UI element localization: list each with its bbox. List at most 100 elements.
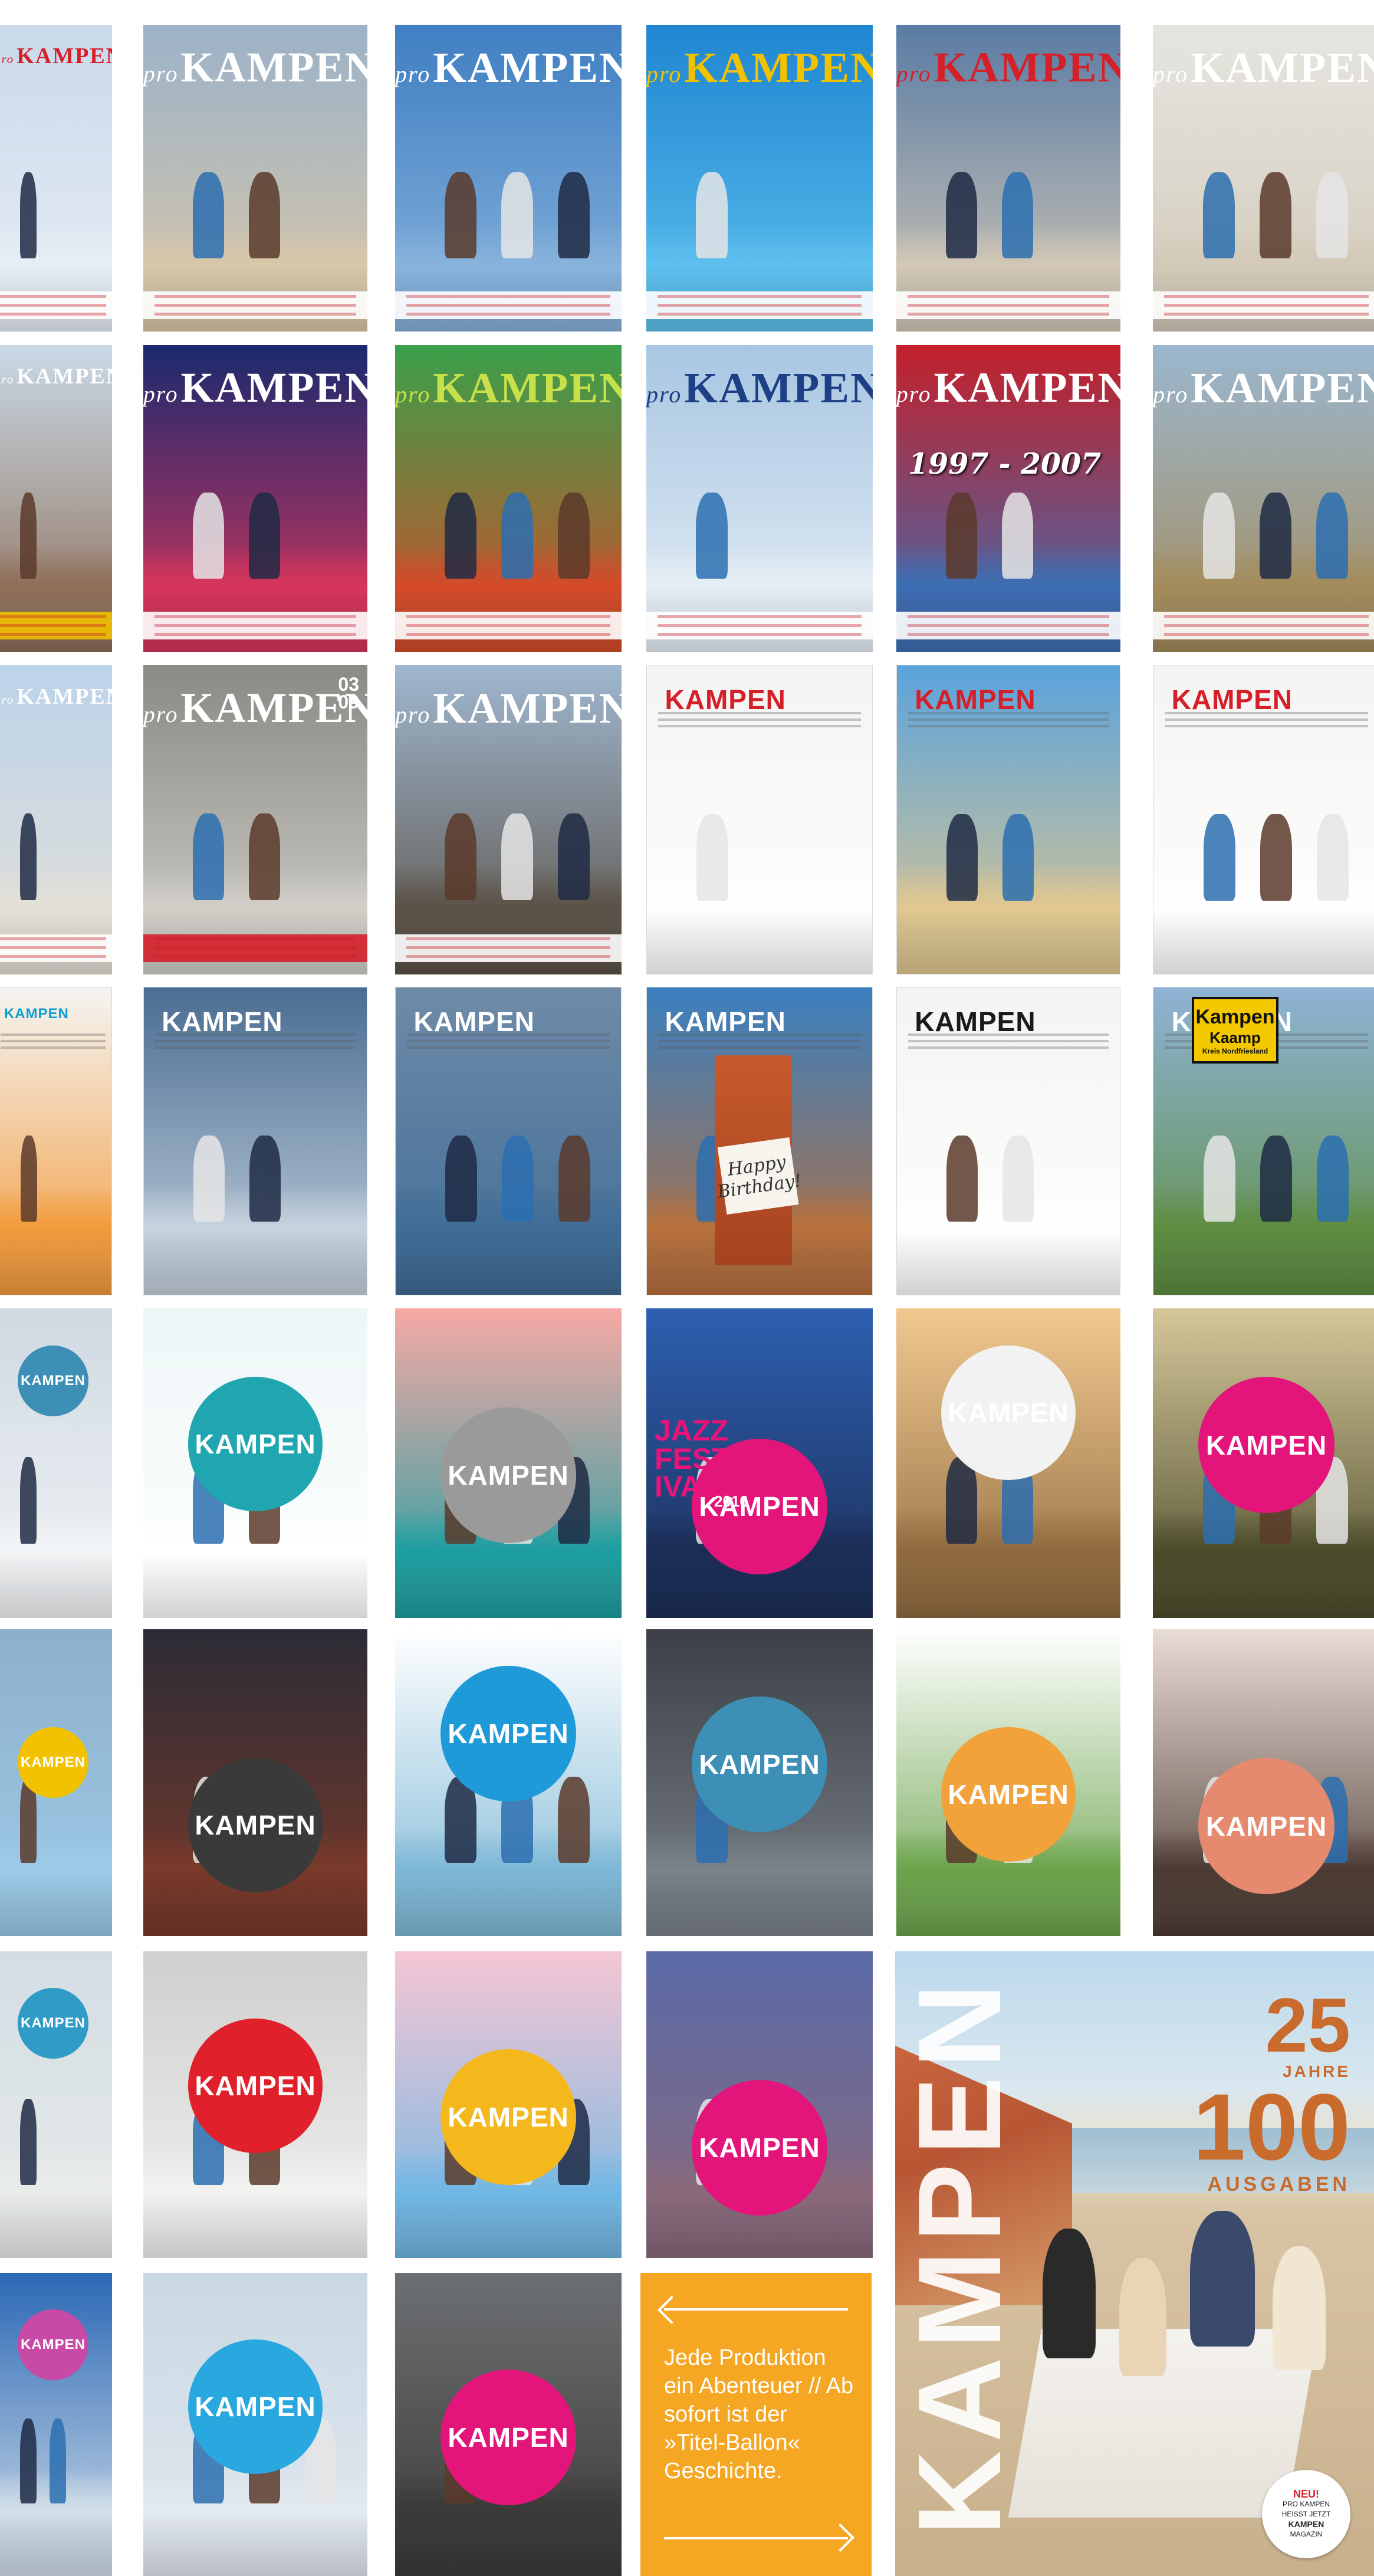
magazine-cover[interactable]: KAMPEN — [395, 1951, 622, 2258]
cover-figure — [445, 172, 476, 258]
cover-masthead-title: KAMPEN — [17, 44, 112, 69]
magazine-cover[interactable]: proKAMPEN — [143, 25, 367, 332]
cover-title-balloon: KAMPEN — [188, 2339, 323, 2474]
cover-masthead-prefix: pro — [0, 52, 15, 67]
magazine-cover[interactable]: KAMPEN — [143, 1308, 367, 1618]
magazine-cover[interactable]: KAMPEN — [1153, 1308, 1374, 1618]
cover-figure — [20, 2099, 37, 2185]
feature-cover-25-years[interactable]: KAMPEN 25 JAHRE 100 AUSGABEN NEU! PRO KA… — [895, 1951, 1374, 2576]
cover-title-balloon: KAMPEN — [692, 2080, 827, 2216]
cover-masthead: proKAMPEN — [1153, 43, 1374, 93]
cover-town-sign: Kampen Kaamp Kreis Nordfriesland — [1192, 997, 1278, 1064]
cover-masthead-prefix: pro — [1153, 61, 1189, 88]
cover-masthead-title: KAMPEN — [933, 364, 1120, 412]
magazine-cover[interactable]: KAMPEN — [896, 987, 1120, 1295]
magazine-cover[interactable]: proKAMPEN — [395, 25, 622, 332]
cover-figure — [1317, 1136, 1349, 1222]
cover-headlines — [1164, 615, 1369, 636]
feature-person — [1273, 2246, 1326, 2370]
magazine-cover[interactable]: proKAMPEN — [646, 25, 873, 332]
magazine-cover[interactable]: KAMPEN — [395, 987, 622, 1295]
magazine-cover[interactable]: KAMPEN — [0, 1629, 112, 1936]
cover-headlines — [406, 937, 610, 959]
magazine-cover[interactable]: KAMPEN — [395, 1629, 622, 1936]
magazine-cover[interactable]: KAMPEN — [0, 1308, 112, 1618]
cover-masthead-prefix: pro — [395, 381, 431, 408]
cover-title-balloon: KAMPEN — [441, 1666, 576, 1801]
cover-figure — [20, 2419, 37, 2503]
cover-masthead: proKAMPEN — [646, 363, 873, 413]
magazine-cover[interactable]: proKAMPEN — [1153, 25, 1374, 332]
magazine-cover[interactable]: KAMPEN — [896, 1308, 1120, 1618]
cover-masthead-prefix: pro — [0, 372, 15, 387]
magazine-cover[interactable]: proKAMPEN — [0, 665, 112, 974]
cover-figure — [558, 172, 590, 258]
magazine-cover[interactable]: proKAMPEN — [395, 345, 622, 652]
badge-line-2: HEISST JETZT — [1281, 2509, 1331, 2518]
magazine-cover[interactable]: proKAMPEN — [646, 345, 873, 652]
cover-headlines — [406, 295, 610, 316]
cover-jazz-year: 2016 — [714, 1492, 748, 1510]
magazine-cover[interactable]: KAMPEN — [646, 1951, 873, 2258]
magazine-cover[interactable]: KAMPEN — [143, 1629, 367, 1936]
cover-headlines — [908, 1033, 1109, 1049]
cover-masthead: proKAMPEN — [395, 684, 622, 733]
magazine-cover[interactable]: proKAMPEN — [896, 25, 1120, 332]
magazine-cover[interactable]: KAMPEN — [1153, 1629, 1374, 1936]
magazine-cover[interactable]: KAMPEN — [395, 2273, 622, 2576]
feature-25: 25 — [1265, 1982, 1350, 2068]
magazine-cover[interactable]: proKAMPEN — [1153, 345, 1374, 652]
magazine-cover[interactable]: KAMPEN — [143, 1951, 367, 2258]
cover-headlines — [1164, 295, 1369, 316]
cover-scene — [0, 1509, 112, 1618]
magazine-cover[interactable]: KAMPEN — [896, 1629, 1120, 1936]
cover-headlines — [155, 1033, 356, 1049]
cover-masthead-prefix: pro — [143, 381, 179, 408]
cover-masthead: proKAMPEN — [896, 363, 1120, 412]
magazine-cover[interactable]: KAMPEN — [896, 665, 1120, 974]
magazine-cover[interactable]: KAMPEN — [143, 2273, 367, 2576]
magazine-cover[interactable]: KAMPEN — [646, 1629, 873, 1936]
cover-figure — [249, 172, 280, 258]
cover-figure — [946, 493, 977, 579]
magazine-cover[interactable]: KAMPEN — [646, 665, 873, 974]
cover-figure — [20, 1457, 37, 1544]
magazine-cover[interactable]: proKAMPEN — [0, 25, 112, 332]
cover-scene — [0, 1829, 112, 1936]
magazine-cover[interactable]: proKAMPEN — [0, 345, 112, 652]
magazine-cover[interactable]: KAMPEN JAZZ FEST IVAL 2016 — [646, 1308, 873, 1618]
cover-figure — [445, 493, 476, 579]
cover-figure — [558, 493, 590, 579]
cover-title-balloon: KAMPEN — [188, 2019, 323, 2153]
cover-figure — [1316, 172, 1348, 258]
cover-figure — [1260, 814, 1292, 901]
cover-figure — [1260, 172, 1291, 258]
cover-masthead-title: KAMPEN — [180, 44, 367, 91]
sign-line-1: Kampen — [1195, 1005, 1275, 1028]
magazine-cover[interactable]: KAMPEN — [1153, 665, 1374, 974]
cover-figure — [20, 172, 37, 258]
magazine-cover[interactable]: KAMPEN — [395, 1308, 622, 1618]
cover-headlines — [0, 295, 106, 316]
magazine-cover[interactable]: proKAMPEN 1997 - 2007 — [896, 345, 1120, 652]
cover-masthead-prefix: pro — [1153, 381, 1189, 408]
cover-masthead-prefix: pro — [395, 701, 431, 728]
magazine-cover[interactable]: KAMPEN — [0, 2273, 112, 2576]
cover-masthead-title: KAMPEN — [684, 364, 873, 412]
magazine-cover[interactable]: KAMPEN — [143, 987, 367, 1295]
cover-headlines — [908, 295, 1109, 316]
cover-masthead-title: KAMPEN — [1191, 44, 1374, 92]
cover-headlines — [0, 937, 106, 959]
cover-masthead-prefix: pro — [646, 61, 682, 88]
info-text: Jede Produktion ein Abenteuer // Ab sofo… — [664, 2345, 854, 2483]
magazine-cover[interactable]: proKAMPEN — [143, 345, 367, 652]
magazine-cover[interactable]: proKAMPEN 03 09 — [143, 665, 367, 974]
magazine-cover[interactable]: KAMPEN Happy Birthday! — [646, 987, 873, 1295]
cover-title-balloon: KAMPEN — [941, 1727, 1076, 1862]
magazine-cover[interactable]: KAMPENKampenKaampKreis Nordfriesland — [1153, 987, 1374, 1295]
cover-figure — [249, 813, 280, 900]
magazine-cover[interactable]: KAMPEN — [0, 1951, 112, 2258]
cover-headlines — [658, 615, 862, 636]
magazine-cover[interactable]: KAMPEN — [0, 987, 112, 1295]
magazine-cover[interactable]: proKAMPEN — [395, 665, 622, 974]
